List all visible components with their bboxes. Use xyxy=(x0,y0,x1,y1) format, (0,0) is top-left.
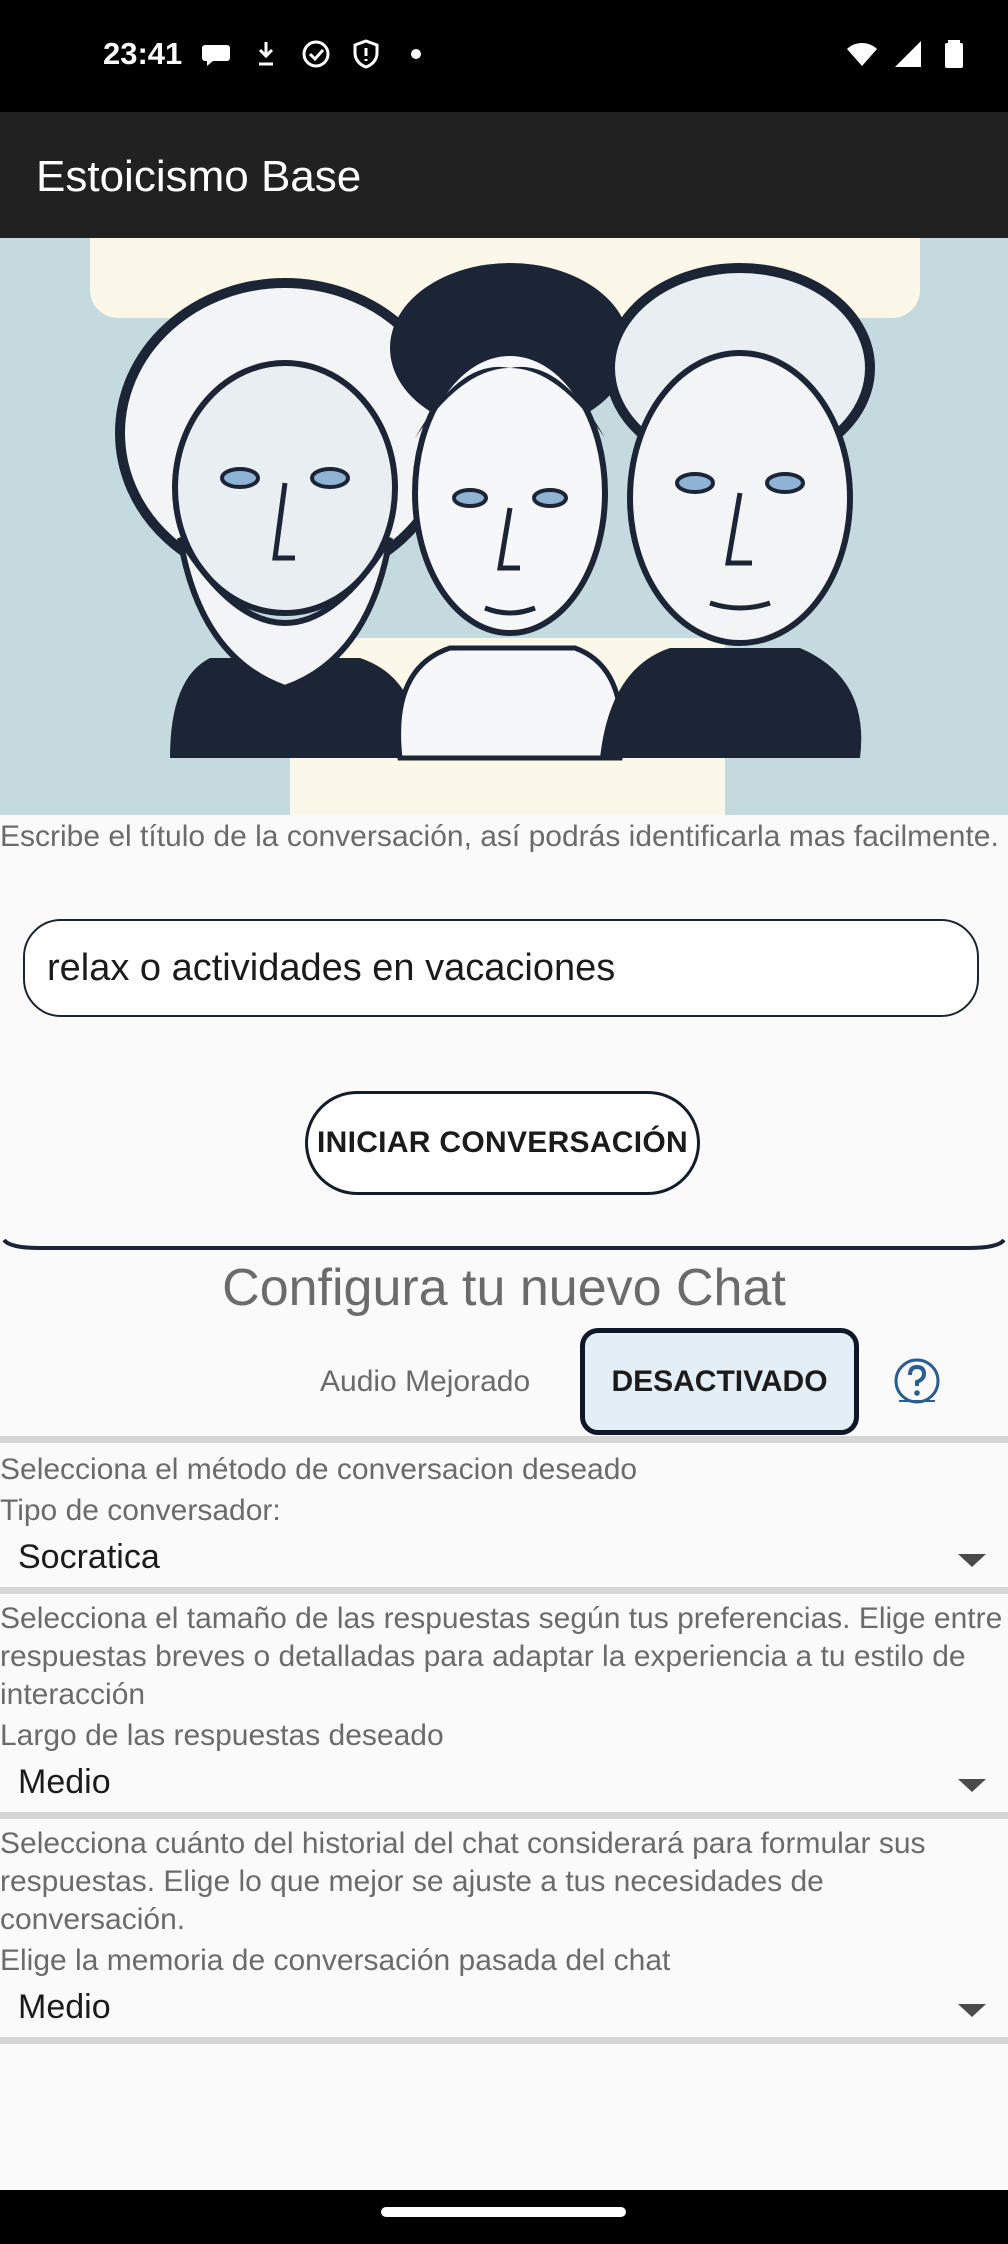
method-select-value: Socratica xyxy=(18,1538,160,1576)
separator xyxy=(0,1812,1008,1819)
dropdown-arrow-icon xyxy=(958,1554,986,1567)
method-select[interactable]: Socratica xyxy=(18,1538,986,1586)
title-hint: Escribe el título de la conversación, as… xyxy=(0,820,999,853)
audio-enhanced-toggle-button[interactable]: DESACTIVADO xyxy=(580,1328,859,1435)
conversation-title-input[interactable]: relax o actividades en vacaciones xyxy=(23,919,979,1017)
status-time: 23:41 xyxy=(103,36,183,71)
notification-icons xyxy=(200,38,432,70)
conversation-title-value: relax o actividades en vacaciones xyxy=(47,946,616,989)
audio-enhanced-label: Audio Mejorado xyxy=(320,1365,531,1398)
length-label: Largo de las respuestas deseado xyxy=(0,1719,444,1752)
battery-icon xyxy=(945,40,963,68)
method-label: Tipo de conversador: xyxy=(0,1494,281,1527)
chat-bubble-icon xyxy=(202,45,230,66)
dot-icon xyxy=(411,49,421,59)
memory-hint: Selecciona cuánto del historial del chat… xyxy=(0,1827,926,1936)
memory-select-value: Medio xyxy=(18,1988,111,2026)
dropdown-arrow-icon xyxy=(958,1779,986,1792)
navigation-bar xyxy=(0,2190,1008,2244)
memory-select[interactable]: Medio xyxy=(18,1988,986,2036)
wifi-icon xyxy=(847,43,877,66)
app-bar: Estoicismo Base xyxy=(0,112,1008,238)
method-hint: Selecciona el método de conversacion des… xyxy=(0,1453,638,1486)
download-icon xyxy=(258,42,274,66)
home-gesture-handle[interactable] xyxy=(381,2207,626,2217)
length-hint: Selecciona el tamaño de las respuestas s… xyxy=(0,1602,1003,1711)
separator xyxy=(0,1436,1008,1443)
section-divider xyxy=(2,1238,1006,1250)
question-circle-icon[interactable] xyxy=(891,1355,943,1407)
length-select[interactable]: Medio xyxy=(18,1763,986,1811)
start-conversation-button[interactable]: INICIAR CONVERSACIÓN xyxy=(305,1091,700,1195)
check-circle-icon xyxy=(302,40,330,68)
cell-signal-icon xyxy=(895,41,921,67)
app-title: Estoicismo Base xyxy=(36,152,362,201)
config-title: Configura tu nuevo Chat xyxy=(222,1259,786,1317)
shield-icon xyxy=(353,39,379,69)
system-icons xyxy=(846,38,970,70)
status-bar: 23:41 xyxy=(0,0,1008,112)
length-select-value: Medio xyxy=(18,1763,111,1801)
memory-label: Elige la memoria de conversación pasada … xyxy=(0,1944,671,1977)
separator xyxy=(0,2037,1008,2044)
philosophers-illustration xyxy=(0,238,1008,815)
hero-image xyxy=(0,238,1008,815)
dropdown-arrow-icon xyxy=(958,2004,986,2017)
separator xyxy=(0,1587,1008,1594)
